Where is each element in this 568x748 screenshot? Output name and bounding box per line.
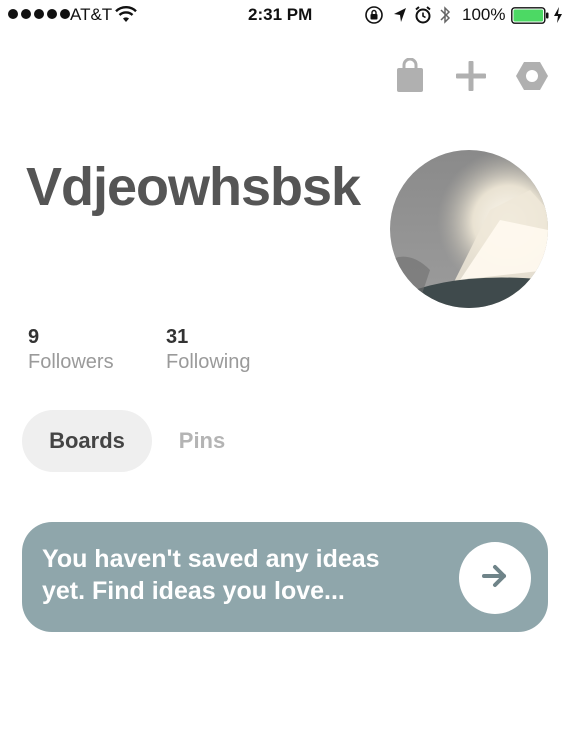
battery-percentage: 100%	[462, 5, 506, 24]
following-stat[interactable]: 31 Following	[166, 325, 250, 375]
banner-arrow-button[interactable]	[459, 542, 531, 614]
following-count: 31	[166, 326, 189, 348]
orientation-lock-icon	[364, 5, 384, 30]
alarm-icon	[414, 5, 432, 30]
avatar[interactable]	[390, 150, 548, 308]
followers-label: Followers	[28, 351, 114, 373]
charging-bolt-icon	[553, 6, 563, 29]
plus-icon	[455, 60, 487, 97]
wifi-icon	[115, 6, 137, 29]
shopping-bag-icon	[394, 57, 426, 99]
status-bar: AT&T 2:31 PM 100%	[0, 0, 568, 30]
carrier-name: AT&T	[70, 5, 113, 24]
location-arrow-icon	[392, 5, 408, 30]
banner-text: You haven't saved any ideas yet. Find id…	[42, 545, 380, 605]
find-ideas-banner[interactable]: You haven't saved any ideas yet. Find id…	[22, 522, 548, 632]
settings-button[interactable]	[512, 58, 552, 98]
profile-name: Vdjeowhsbsk	[26, 157, 361, 217]
settings-icon	[515, 60, 549, 97]
tab-pins[interactable]: Pins	[160, 410, 244, 472]
status-time: 2:31 PM	[248, 5, 313, 24]
following-label: Following	[166, 351, 251, 373]
tab-boards[interactable]: Boards	[22, 410, 152, 472]
cellular-signal-icon	[8, 9, 70, 19]
bluetooth-icon	[438, 5, 452, 30]
followers-stat[interactable]: 9 Followers	[28, 325, 114, 375]
shopping-bag-button[interactable]	[390, 57, 430, 99]
arrow-right-icon	[482, 564, 508, 593]
add-button[interactable]	[451, 58, 491, 98]
battery-icon	[511, 7, 551, 30]
followers-count: 9	[28, 326, 40, 348]
